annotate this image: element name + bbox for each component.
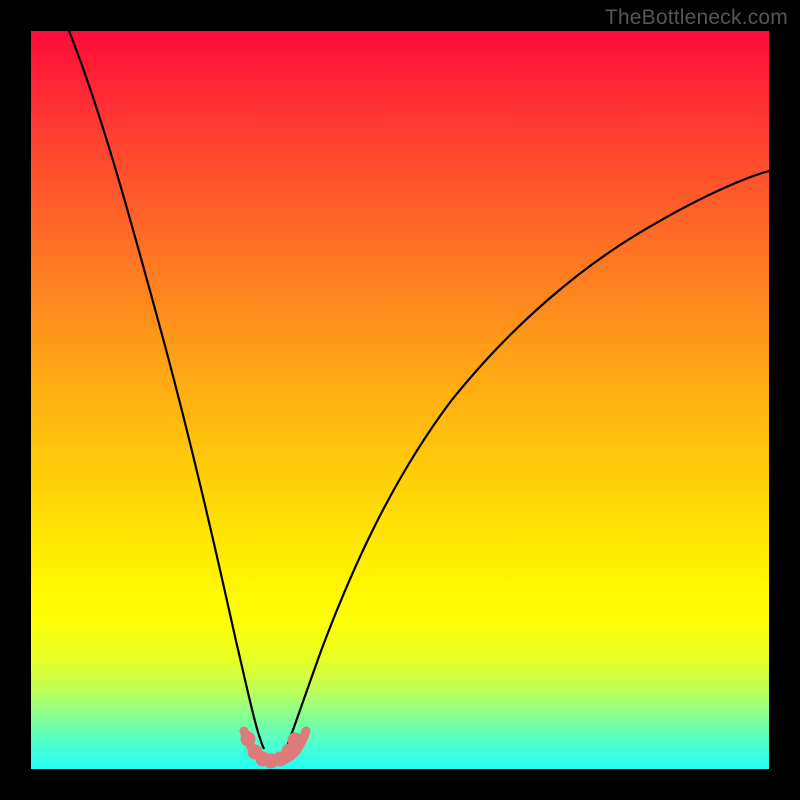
valley-markers bbox=[241, 732, 302, 768]
curve-layer bbox=[31, 31, 769, 769]
plot-area bbox=[31, 31, 769, 769]
chart-container: TheBottleneck.com bbox=[0, 0, 800, 800]
watermark-text: TheBottleneck.com bbox=[605, 6, 788, 30]
curve-right-branch bbox=[286, 171, 769, 749]
curve-left-branch bbox=[69, 31, 264, 749]
